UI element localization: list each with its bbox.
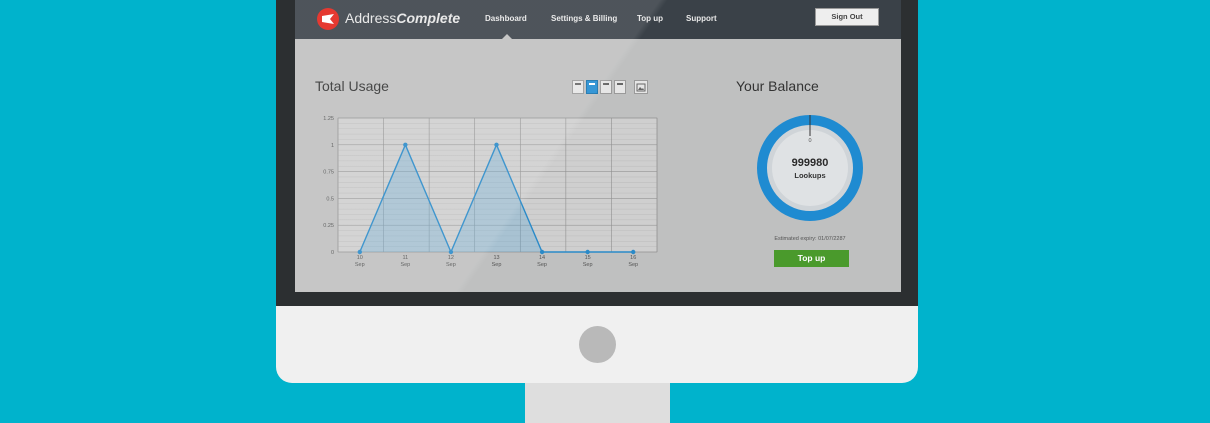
data-point xyxy=(357,249,362,255)
data-point xyxy=(448,249,454,255)
y-tick-label: 0.5 xyxy=(326,196,334,202)
balance-unit: Lookups xyxy=(794,171,826,180)
monitor-chin xyxy=(276,306,918,383)
x-tick-label: 14 xyxy=(539,255,545,261)
x-tick-label: Sep xyxy=(355,262,365,268)
x-tick-label: Sep xyxy=(446,262,456,268)
your-balance-title: Your Balance xyxy=(736,78,819,94)
y-tick-label: 1.25 xyxy=(323,116,334,122)
x-tick-label: 13 xyxy=(493,255,499,261)
data-point xyxy=(539,249,545,255)
y-tick-label: 0.75 xyxy=(323,170,334,176)
data-point xyxy=(403,142,408,147)
x-tick-label: 15 xyxy=(585,255,591,261)
monitor-stand xyxy=(525,383,670,423)
x-tick-label: Sep xyxy=(537,262,547,268)
y-tick-label: 0 xyxy=(331,250,334,256)
x-tick-label: Sep xyxy=(400,262,410,268)
apple-logo-dot xyxy=(579,326,616,363)
balance-value: 999980 xyxy=(791,157,829,169)
estimated-expiry: Estimated expiry: 01/07/2287 xyxy=(774,236,846,242)
y-tick-label: 1 xyxy=(331,143,334,149)
x-tick-label: 10 xyxy=(357,255,363,261)
data-point xyxy=(494,142,499,147)
gauge-zero-label: 0 xyxy=(808,138,811,144)
x-tick-label: Sep xyxy=(583,262,593,268)
x-tick-label: Sep xyxy=(628,262,638,268)
data-point xyxy=(631,249,636,255)
x-tick-label: 16 xyxy=(630,255,636,261)
data-point xyxy=(585,249,590,255)
x-tick-label: 12 xyxy=(448,255,454,261)
top-up-button[interactable]: Top up xyxy=(774,250,849,267)
x-tick-label: 11 xyxy=(402,255,408,261)
app-screen: AddressComplete Dashboard Settings & Bil… xyxy=(295,0,901,292)
x-tick-label: Sep xyxy=(492,262,502,268)
y-tick-label: 0.25 xyxy=(323,223,334,229)
